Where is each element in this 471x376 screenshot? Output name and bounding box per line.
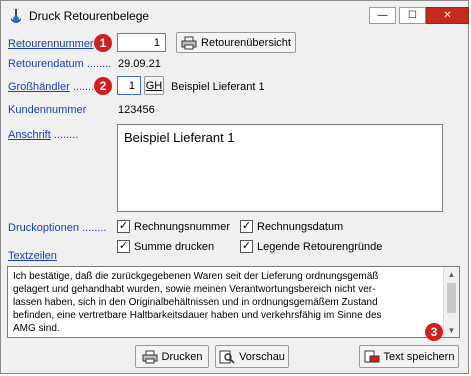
retourenuebersicht-button[interactable]: Retourenübersicht (176, 32, 296, 53)
text-speichern-button[interactable]: Text speichern (359, 345, 459, 368)
print-returns-dialog: Druck Retourenbelege — ☐ ✕ Retourennumme… (0, 0, 469, 374)
check-icon[interactable]: ✓ (117, 220, 130, 233)
grosshaendler-input[interactable]: 1 (117, 76, 141, 95)
textzeilen-label: Textzeilen (8, 250, 57, 262)
magnifier-icon (219, 350, 235, 364)
druckoptionen-label: Druckoptionen ........ (8, 222, 107, 234)
vorschau-button[interactable]: Vorschau (215, 345, 289, 368)
minimize-icon: — (377, 9, 388, 21)
grosshaendler-name: Beispiel Lieferant 1 (171, 81, 265, 93)
retourendatum-label: Retourendatum ........ (8, 58, 112, 70)
badge-3: 3 (425, 323, 443, 341)
retourennummer-label: Retourennummer (8, 38, 94, 50)
window-title: Druck Retourenbelege (29, 9, 150, 23)
maximize-button[interactable]: ☐ (399, 7, 426, 24)
maximize-icon: ☐ (408, 9, 417, 21)
option-rechnungsnummer[interactable]: ✓ Rechnungsnummer (117, 220, 230, 233)
minimize-button[interactable]: — (369, 7, 396, 24)
kundennummer-value: 123456 (118, 104, 155, 116)
close-button[interactable]: ✕ (426, 7, 469, 24)
printer-icon (142, 350, 158, 363)
anschrift-label: Anschrift ........ (8, 129, 79, 141)
close-icon: ✕ (443, 9, 452, 21)
textzeilen-textarea[interactable]: Ich bestätige, daß die zurückgegebenen W… (7, 266, 460, 338)
app-icon (11, 9, 21, 23)
textzeilen-text: Ich bestätige, daß die zurückgegebenen W… (13, 271, 382, 334)
option-legende-retourengruende[interactable]: ✓ Legende Retourengründe (240, 240, 382, 253)
check-icon[interactable]: ✓ (240, 220, 253, 233)
textzeilen-scrollbar[interactable]: ▲ ▼ (443, 267, 459, 337)
option-rechnungsdatum[interactable]: ✓ Rechnungsdatum (240, 220, 343, 233)
check-icon[interactable]: ✓ (240, 240, 253, 253)
anschrift-field[interactable]: Beispiel Lieferant 1 (117, 124, 443, 212)
option-summe-drucken[interactable]: ✓ Summe drucken (117, 240, 214, 253)
scroll-thumb[interactable] (447, 283, 456, 313)
scroll-up-icon[interactable]: ▲ (444, 267, 459, 281)
badge-2: 2 (94, 77, 112, 95)
kundennummer-label: Kundennummer (8, 104, 87, 116)
gh-button[interactable]: GH (144, 76, 164, 95)
save-printer-icon (364, 350, 380, 362)
check-icon[interactable]: ✓ (117, 240, 130, 253)
retourennummer-input[interactable]: 1 (117, 33, 166, 52)
scroll-down-icon[interactable]: ▼ (444, 323, 459, 337)
title-bar: Druck Retourenbelege — ☐ ✕ (1, 1, 469, 31)
grosshaendler-label: Großhändler ........ (8, 81, 98, 93)
retourenuebersicht-label: Retourenübersicht (201, 36, 291, 49)
drucken-button[interactable]: Drucken (135, 345, 209, 368)
badge-1: 1 (94, 34, 112, 52)
printer-icon (181, 36, 197, 49)
retourendatum-value: 29.09.21 (118, 58, 161, 70)
